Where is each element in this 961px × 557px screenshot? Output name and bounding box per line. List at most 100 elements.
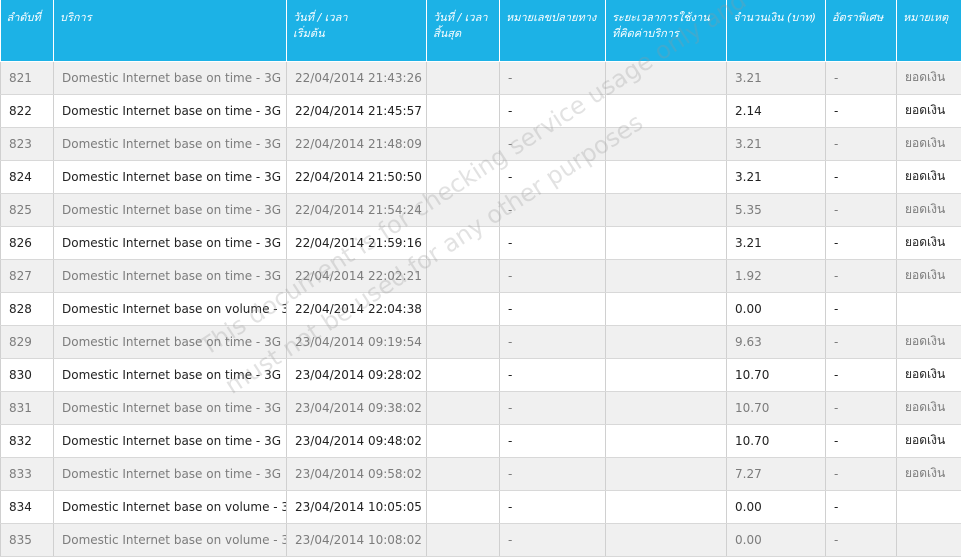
header-start: วันที่ / เวลาเริ่มต้น: [287, 0, 427, 61]
cell-duration: [606, 424, 727, 457]
cell-service: Domestic Internet base on time - 3G: [54, 358, 287, 391]
header-seq: ลำดับที่: [1, 0, 54, 61]
cell-special: -: [826, 523, 897, 556]
cell-note: ยอดเงิน: [897, 325, 961, 358]
cell-special: -: [826, 226, 897, 259]
cell-end: [427, 391, 500, 424]
cell-start: 23/04/2014 09:48:02: [287, 424, 427, 457]
cell-destination: -: [500, 424, 606, 457]
cell-seq: 821: [1, 61, 54, 94]
cell-note: [897, 292, 961, 325]
cell-end: [427, 127, 500, 160]
cell-end: [427, 94, 500, 127]
header-service: บริการ: [54, 0, 287, 61]
cell-special: -: [826, 127, 897, 160]
cell-seq: 831: [1, 391, 54, 424]
cell-special: -: [826, 490, 897, 523]
cell-seq: 832: [1, 424, 54, 457]
cell-seq: 827: [1, 259, 54, 292]
table-row: 835Domestic Internet base on volume - 3G…: [1, 523, 961, 556]
table-row: 832Domestic Internet base on time - 3G23…: [1, 424, 961, 457]
cell-destination: -: [500, 358, 606, 391]
usage-table: ลำดับที่ บริการ วันที่ / เวลาเริ่มต้น วั…: [0, 0, 961, 557]
cell-service: Domestic Internet base on time - 3G: [54, 325, 287, 358]
cell-note: [897, 490, 961, 523]
cell-end: [427, 160, 500, 193]
cell-destination: -: [500, 490, 606, 523]
cell-seq: 823: [1, 127, 54, 160]
cell-end: [427, 490, 500, 523]
cell-end: [427, 457, 500, 490]
cell-destination: -: [500, 94, 606, 127]
table-row: 824Domestic Internet base on time - 3G22…: [1, 160, 961, 193]
table-row: 821Domestic Internet base on time - 3G22…: [1, 61, 961, 94]
header-end: วันที่ / เวลาสิ้นสุด: [427, 0, 500, 61]
cell-destination: -: [500, 160, 606, 193]
cell-service: Domestic Internet base on time - 3G: [54, 160, 287, 193]
cell-amount: 3.21: [727, 61, 826, 94]
cell-end: [427, 424, 500, 457]
cell-special: -: [826, 424, 897, 457]
cell-destination: -: [500, 127, 606, 160]
cell-note: ยอดเงิน: [897, 259, 961, 292]
cell-duration: [606, 523, 727, 556]
cell-start: 22/04/2014 22:02:21: [287, 259, 427, 292]
cell-special: -: [826, 457, 897, 490]
header-duration-line1: ระยะเวลาการใช้งาน: [612, 11, 710, 24]
cell-start: 22/04/2014 21:50:50: [287, 160, 427, 193]
cell-amount: 9.63: [727, 325, 826, 358]
cell-service: Domestic Internet base on time - 3G: [54, 127, 287, 160]
cell-duration: [606, 391, 727, 424]
cell-note: ยอดเงิน: [897, 226, 961, 259]
header-special-label: อัตราพิเศษ: [832, 11, 883, 24]
cell-special: -: [826, 160, 897, 193]
cell-destination: -: [500, 61, 606, 94]
cell-amount: 10.70: [727, 358, 826, 391]
cell-amount: 0.00: [727, 292, 826, 325]
table-row: 825Domestic Internet base on time - 3G22…: [1, 193, 961, 226]
header-end-line2: สิ้นสุด: [433, 27, 461, 40]
cell-amount: 0.00: [727, 490, 826, 523]
cell-amount: 10.70: [727, 391, 826, 424]
header-amount: จำนวนเงิน (บาท): [727, 0, 826, 61]
cell-start: 22/04/2014 21:59:16: [287, 226, 427, 259]
cell-end: [427, 292, 500, 325]
header-start-line1: วันที่ / เวลา: [293, 11, 348, 24]
cell-seq: 835: [1, 523, 54, 556]
cell-special: -: [826, 325, 897, 358]
cell-end: [427, 358, 500, 391]
cell-destination: -: [500, 259, 606, 292]
cell-duration: [606, 160, 727, 193]
header-duration: ระยะเวลาการใช้งานที่คิดค่าบริการ: [606, 0, 727, 61]
header-service-label: บริการ: [60, 11, 92, 24]
cell-amount: 1.92: [727, 259, 826, 292]
table-row: 828Domestic Internet base on volume - 3G…: [1, 292, 961, 325]
cell-note: ยอดเงิน: [897, 193, 961, 226]
cell-start: 23/04/2014 09:58:02: [287, 457, 427, 490]
cell-special: -: [826, 94, 897, 127]
header-seq-label: ลำดับที่: [7, 11, 41, 24]
cell-note: ยอดเงิน: [897, 424, 961, 457]
cell-note: [897, 523, 961, 556]
header-amount-label: จำนวนเงิน (บาท): [733, 11, 816, 24]
cell-start: 22/04/2014 21:54:24: [287, 193, 427, 226]
header-end-line1: วันที่ / เวลา: [433, 11, 488, 24]
table-row: 826Domestic Internet base on time - 3G22…: [1, 226, 961, 259]
table-row: 827Domestic Internet base on time - 3G22…: [1, 259, 961, 292]
cell-start: 23/04/2014 10:08:02: [287, 523, 427, 556]
cell-seq: 829: [1, 325, 54, 358]
cell-seq: 825: [1, 193, 54, 226]
cell-seq: 824: [1, 160, 54, 193]
cell-destination: -: [500, 391, 606, 424]
cell-start: 22/04/2014 21:43:26: [287, 61, 427, 94]
cell-seq: 828: [1, 292, 54, 325]
table-row: 823Domestic Internet base on time - 3G22…: [1, 127, 961, 160]
cell-seq: 830: [1, 358, 54, 391]
cell-duration: [606, 490, 727, 523]
cell-amount: 7.27: [727, 457, 826, 490]
cell-service: Domestic Internet base on time - 3G: [54, 457, 287, 490]
cell-start: 22/04/2014 22:04:38: [287, 292, 427, 325]
cell-duration: [606, 193, 727, 226]
cell-end: [427, 325, 500, 358]
header-note: หมายเหตุ: [897, 0, 961, 61]
